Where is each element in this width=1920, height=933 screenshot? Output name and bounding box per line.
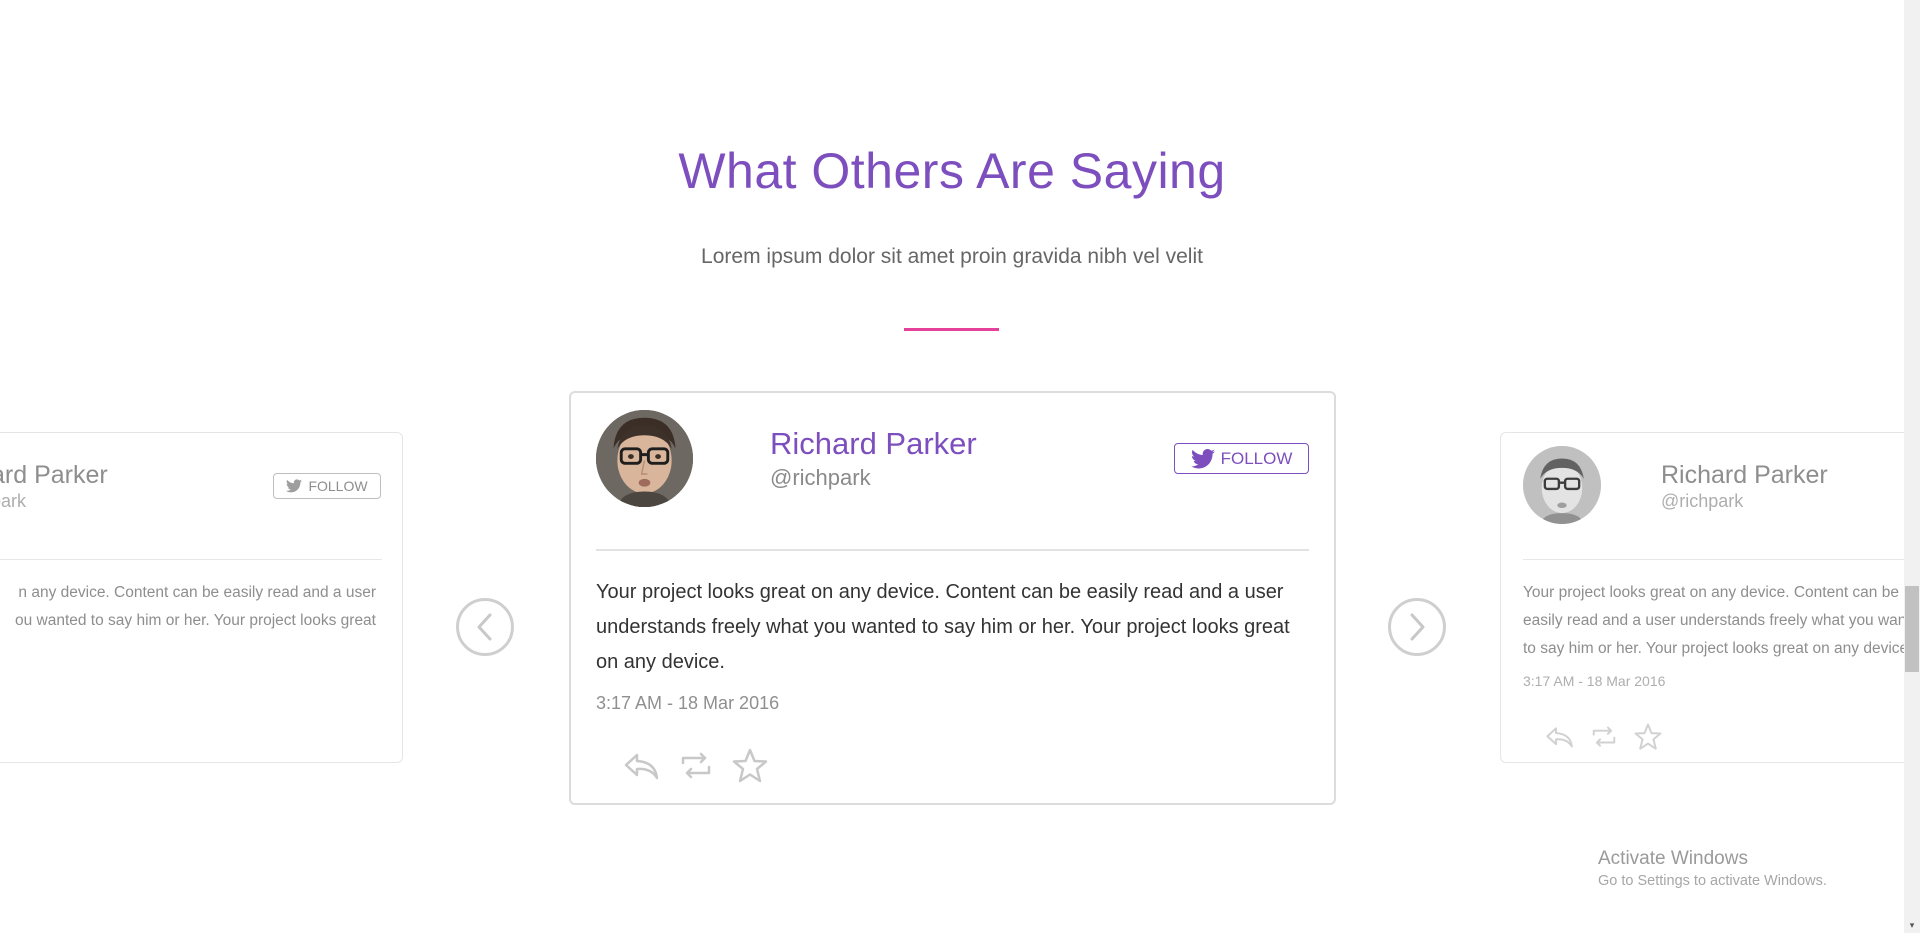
follow-button[interactable]: FOLLOW bbox=[273, 473, 381, 499]
carousel-next-button[interactable] bbox=[1388, 598, 1446, 656]
scrollbar-track[interactable] bbox=[1904, 0, 1920, 933]
scroll-down-arrow-icon[interactable]: ▾ bbox=[1904, 917, 1920, 933]
reply-icon[interactable] bbox=[1545, 725, 1575, 754]
star-icon[interactable] bbox=[731, 748, 769, 789]
chevron-left-icon bbox=[477, 613, 492, 641]
avatar-image bbox=[596, 410, 693, 507]
section-divider bbox=[904, 328, 999, 331]
card-divider bbox=[0, 559, 382, 560]
windows-watermark-subtitle: Go to Settings to activate Windows. bbox=[1598, 873, 1827, 889]
user-name: ard Parker bbox=[0, 461, 108, 489]
tweet-actions bbox=[623, 748, 769, 789]
star-icon[interactable] bbox=[1633, 723, 1663, 756]
tweet-time: 3:17 AM - 18 Mar 2016 bbox=[1523, 673, 1666, 689]
twitter-icon bbox=[1190, 448, 1215, 468]
tweet-text: Your project looks great on any device. … bbox=[596, 581, 1290, 673]
card-divider bbox=[596, 549, 1309, 551]
chevron-right-icon bbox=[1410, 613, 1425, 641]
card-divider bbox=[1523, 559, 1919, 560]
carousel-prev-button[interactable] bbox=[456, 598, 514, 656]
tweet-text-line: n any device. Content can be easily read… bbox=[18, 584, 376, 601]
scrollbar-thumb[interactable] bbox=[1905, 586, 1919, 672]
avatar bbox=[596, 410, 693, 507]
windows-watermark-title: Activate Windows bbox=[1598, 848, 1748, 869]
avatar bbox=[1523, 446, 1601, 524]
tweet-actions bbox=[1545, 723, 1663, 756]
section-subtitle: Lorem ipsum dolor sit amet proin gravida… bbox=[701, 245, 1203, 268]
user-handle: park bbox=[0, 491, 27, 511]
testimonial-card-right: Richard Parker @richpark Your project lo… bbox=[1500, 432, 1920, 763]
user-handle: @richpark bbox=[1661, 491, 1744, 511]
follow-label: FOLLOW bbox=[308, 478, 368, 494]
reply-icon[interactable] bbox=[623, 751, 661, 786]
user-handle: @richpark bbox=[770, 465, 871, 490]
testimonial-card-main: Richard Parker @richpark FOLLOW Your pro… bbox=[569, 391, 1336, 805]
testimonial-card-left: ard Parker park FOLLOW n any device. Con… bbox=[0, 432, 403, 763]
follow-button[interactable]: FOLLOW bbox=[1174, 443, 1309, 474]
tweet-text: Your project looks great on any device. … bbox=[1523, 584, 1920, 657]
tweet-time: 3:17 AM - 18 Mar 2016 bbox=[596, 693, 780, 713]
retweet-icon[interactable] bbox=[677, 751, 715, 786]
follow-label: FOLLOW bbox=[1220, 448, 1293, 468]
tweet-text: n any device. Content can be easily read… bbox=[0, 579, 376, 635]
twitter-icon bbox=[286, 479, 303, 493]
tweet-text-line: ou wanted to say him or her. Your projec… bbox=[14, 612, 376, 629]
retweet-icon[interactable] bbox=[1589, 725, 1619, 754]
user-name: Richard Parker bbox=[1661, 461, 1828, 489]
avatar-image bbox=[1523, 446, 1601, 524]
user-name: Richard Parker bbox=[770, 426, 977, 461]
section-title: What Others Are Saying bbox=[678, 143, 1226, 199]
